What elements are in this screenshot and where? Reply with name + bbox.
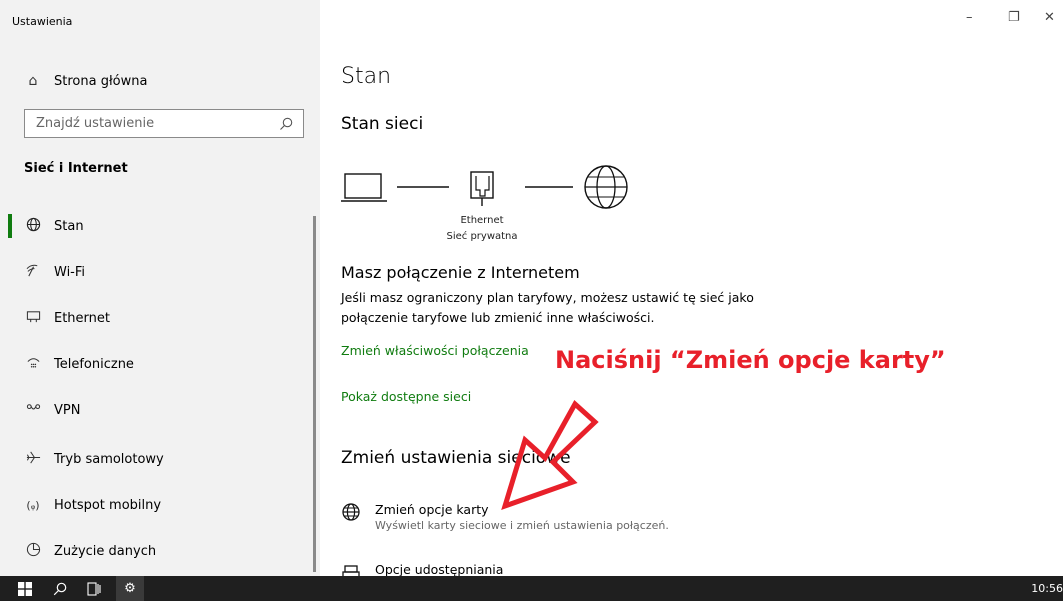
show-available-networks-link[interactable]: Pokaż dostępne sieci (341, 389, 471, 404)
change-connection-properties-link[interactable]: Zmień właściwości połączenia (341, 343, 529, 358)
app-title: Ustawienia (12, 15, 73, 28)
restore-button[interactable]: ❐ (1008, 10, 1020, 25)
ethernet-port-icon (470, 171, 494, 206)
sidebar-item-vpn[interactable]: VPN (0, 392, 310, 428)
sidebar-item-label: VPN (54, 402, 81, 418)
sidebar-item-label: Telefoniczne (54, 356, 134, 372)
sidebar: Ustawienia ⌂ Strona główna Sieć i Intern… (0, 0, 320, 576)
page-title: Stan (341, 64, 392, 89)
sidebar-item-stan[interactable]: Stan (0, 208, 310, 244)
sidebar-item-label: Hotspot mobilny (54, 497, 162, 513)
sidebar-item-label: Wi-Fi (54, 264, 86, 280)
search-icon (53, 582, 67, 595)
dialup-icon (24, 355, 42, 374)
task-view-icon (87, 581, 101, 596)
minimize-button[interactable]: – (966, 10, 973, 25)
sidebar-item-label: Zużycie danych (54, 543, 157, 559)
home-icon: ⌂ (28, 73, 38, 89)
sidebar-item-ethernet[interactable]: Ethernet (0, 300, 310, 336)
airplane-icon (24, 450, 42, 469)
hotspot-icon: (ᵩ) (26, 498, 40, 512)
search-box[interactable] (24, 109, 304, 138)
search-input[interactable] (25, 110, 303, 137)
sidebar-scrollbar[interactable] (313, 216, 316, 572)
internet-globe-icon (584, 165, 628, 209)
network-status-heading: Stan sieci (341, 114, 424, 134)
data-usage-icon (24, 542, 42, 561)
laptop-icon (341, 173, 387, 202)
gear-icon: ⚙ (124, 581, 136, 596)
annotation-text: Naciśnij “Zmień opcje karty” (555, 346, 946, 374)
connection-status-title: Masz połączenie z Internetem (341, 263, 580, 282)
network-type-label: Sieć prywatna (446, 231, 518, 242)
taskbar-clock[interactable]: 10:56 (1031, 582, 1063, 595)
close-button[interactable]: ✕ (1044, 10, 1055, 25)
option-title: Opcje udostępniania (375, 562, 504, 576)
network-diagram: Ethernet Sieć prywatna (341, 160, 641, 250)
sidebar-item-label: Tryb samolotowy (54, 451, 164, 467)
sidebar-item-data-usage[interactable]: Zużycie danych (0, 533, 310, 569)
adapter-label: Ethernet (460, 215, 504, 226)
search-button[interactable] (50, 580, 70, 597)
sidebar-item-airplane[interactable]: Tryb samolotowy (0, 441, 310, 477)
search-icon[interactable] (279, 117, 293, 131)
ethernet-icon (24, 309, 42, 328)
home-label: Strona główna (54, 73, 148, 89)
sidebar-item-dialup[interactable]: Telefoniczne (0, 346, 310, 382)
settings-taskbar-button[interactable]: ⚙ (116, 576, 144, 601)
start-button[interactable] (16, 580, 34, 597)
sidebar-item-label: Ethernet (54, 310, 110, 326)
windows-icon (18, 581, 32, 596)
task-view-button[interactable] (84, 580, 104, 597)
globe-icon (341, 502, 361, 532)
vpn-icon (24, 401, 42, 420)
sidebar-item-label: Stan (54, 218, 84, 234)
section-title: Sieć i Internet (24, 161, 128, 176)
sidebar-item-hotspot[interactable]: (ᵩ) Hotspot mobilny (0, 487, 310, 523)
sharing-options[interactable]: Opcje udostępniania (341, 562, 503, 576)
sharing-icon (341, 562, 361, 576)
annotation-arrow (501, 400, 599, 510)
sidebar-item-wifi[interactable]: Wi-Fi (0, 254, 310, 290)
taskbar: ⚙ 10:56 (0, 576, 1063, 601)
globe-icon (24, 217, 42, 236)
home-link[interactable]: ⌂ Strona główna (24, 70, 148, 92)
option-description: Wyświetl karty sieciowe i zmień ustawien… (375, 519, 669, 532)
connection-description: Jeśli masz ograniczony plan taryfowy, mo… (341, 290, 754, 325)
wifi-icon (24, 263, 42, 282)
network-diagram-graphic (341, 165, 628, 209)
